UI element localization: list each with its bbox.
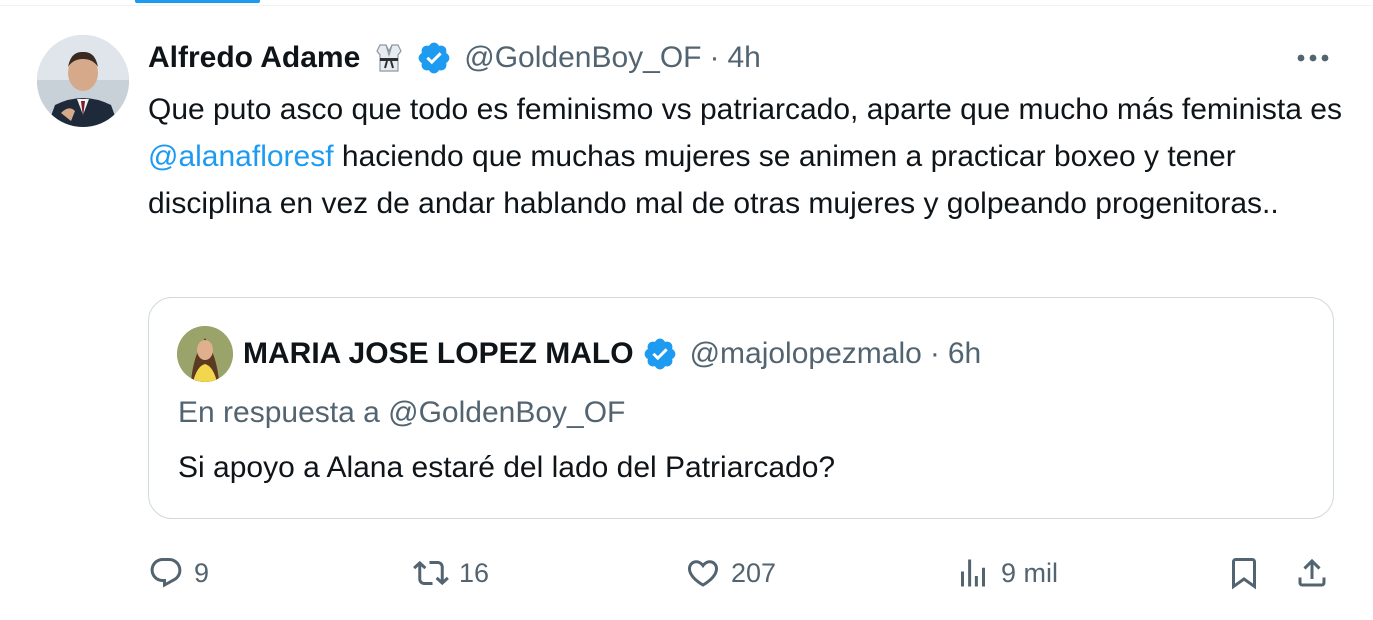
like-button[interactable]: 207: [685, 548, 776, 598]
tweet-text: Que puto asco que todo es feminismo vs p…: [148, 86, 1343, 227]
views-button[interactable]: 9 mil: [955, 548, 1058, 598]
quoted-author-avatar[interactable]: [177, 326, 233, 382]
author-avatar-image: [37, 35, 129, 127]
views-chart-icon: [961, 559, 985, 587]
more-options-button[interactable]: [1290, 40, 1336, 76]
quoted-tweet-text: Si apoyo a Alana estaré del lado del Pat…: [178, 451, 836, 484]
heart-icon: [687, 560, 719, 587]
reply-icon: [150, 558, 182, 588]
quoted-tweet-timestamp[interactable]: 6h: [948, 337, 981, 371]
share-button[interactable]: [1294, 548, 1330, 598]
like-count: 207: [731, 557, 777, 588]
verified-badge-icon[interactable]: [642, 336, 678, 372]
reply-button[interactable]: 9: [148, 548, 209, 598]
quoted-tweet-header: MARIA JOSE LOPEZ MALO @majolopezmalo · 6…: [243, 332, 981, 376]
mention-link[interactable]: @alanafloresf: [148, 140, 334, 173]
tweet-header: Alfredo Adame @GoldenBoy_OF · 4h: [148, 36, 761, 80]
reply-count: 9: [194, 557, 210, 588]
bookmark-button[interactable]: [1226, 548, 1262, 598]
quoted-header-separator: ·: [929, 337, 940, 370]
author-name[interactable]: Alfredo Adame: [148, 36, 360, 80]
quoted-reply-context[interactable]: En respuesta a @GoldenBoy_OF: [178, 393, 625, 433]
martial-arts-uniform-icon: [376, 44, 402, 72]
verified-badge-icon[interactable]: [416, 40, 452, 76]
quoted-author-handle[interactable]: @majolopezmalo: [690, 337, 922, 371]
bookmark-icon: [1232, 558, 1256, 590]
more-dots-icon: [1297, 54, 1329, 62]
retweet-icon: [413, 560, 449, 586]
quoted-tweet[interactable]: MARIA JOSE LOPEZ MALO @majolopezmalo · 6…: [148, 297, 1334, 519]
retweet-button[interactable]: 16: [413, 548, 489, 598]
quoted-author-avatar-image: [177, 326, 233, 382]
tweet-text-part-1: Que puto asco que todo es feminismo vs p…: [148, 93, 1342, 126]
header-separator: ·: [709, 41, 720, 74]
tweet-timestamp[interactable]: 4h: [728, 36, 761, 80]
tweet[interactable]: Alfredo Adame @GoldenBoy_OF · 4h Que put…: [0, 0, 1373, 620]
tweet-actions: 9 16 207 9 mil: [148, 548, 1348, 598]
author-handle[interactable]: @GoldenBoy_OF: [464, 36, 701, 80]
retweet-count: 16: [459, 557, 490, 588]
share-icon: [1298, 558, 1326, 587]
author-avatar[interactable]: [37, 35, 129, 127]
quoted-author-name[interactable]: MARIA JOSE LOPEZ MALO: [243, 337, 634, 371]
views-count: 9 mil: [1001, 557, 1059, 588]
